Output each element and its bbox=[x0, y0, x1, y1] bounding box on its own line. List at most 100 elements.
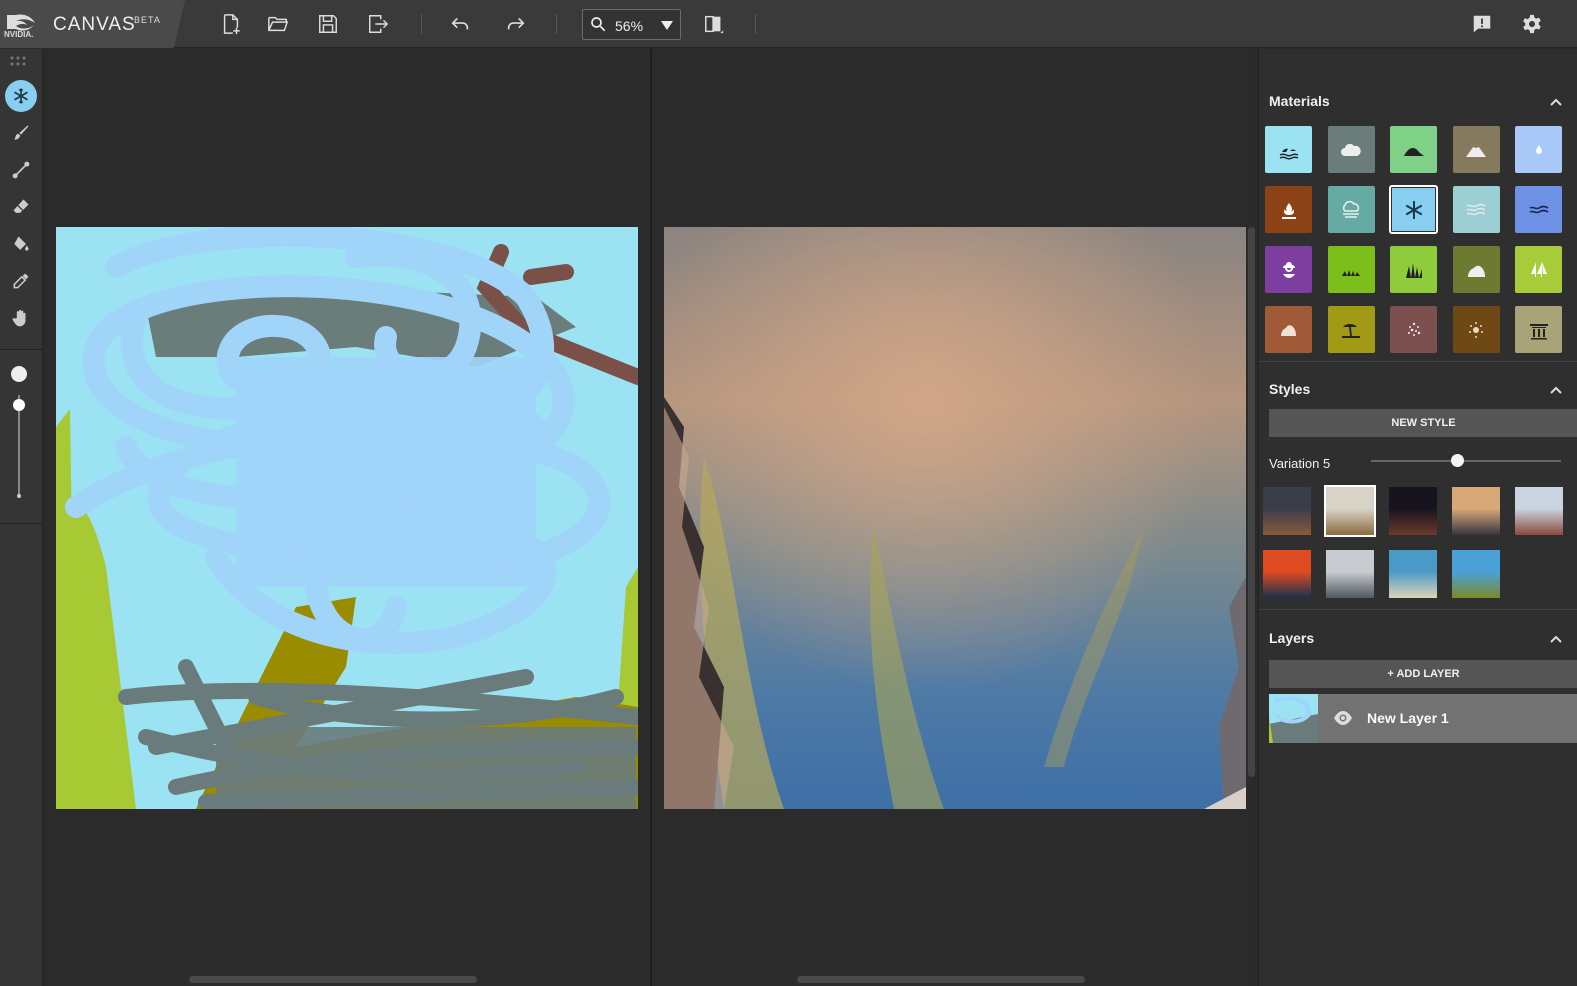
settings-button[interactable] bbox=[1518, 10, 1546, 38]
material-lake[interactable] bbox=[1515, 186, 1562, 233]
tree-icon bbox=[1530, 261, 1547, 277]
water-icon bbox=[1535, 144, 1542, 154]
material-sea[interactable] bbox=[1265, 126, 1312, 173]
zoom-value: 56% bbox=[615, 18, 644, 34]
material-mountain[interactable] bbox=[1452, 126, 1500, 173]
left-canvas-hscrollbar[interactable] bbox=[189, 976, 477, 983]
material-cloud[interactable] bbox=[1327, 126, 1375, 173]
pan-tool-button[interactable] bbox=[5, 302, 37, 334]
feedback-button[interactable] bbox=[1468, 10, 1496, 38]
toolbar-divider bbox=[0, 523, 43, 524]
toolbar-divider bbox=[0, 349, 43, 350]
open-folder-icon bbox=[268, 16, 289, 32]
material-flower[interactable] bbox=[1265, 246, 1312, 293]
eraser-tool-button[interactable] bbox=[5, 191, 37, 223]
material-building[interactable] bbox=[1515, 306, 1562, 353]
chevron-up-icon[interactable] bbox=[1549, 634, 1563, 644]
variation-slider[interactable] bbox=[1371, 460, 1561, 462]
style-thumbnail-snowy-mountain[interactable] bbox=[1326, 550, 1374, 598]
save-button[interactable] bbox=[314, 10, 342, 38]
search-icon bbox=[591, 17, 606, 32]
layers-title: Layers bbox=[1269, 630, 1315, 646]
redo-button[interactable] bbox=[502, 10, 530, 38]
line-icon bbox=[12, 161, 30, 179]
segmentation-drawing bbox=[56, 227, 638, 809]
style-thumbnail-desert-mesa[interactable] bbox=[1263, 487, 1311, 535]
lake-icon bbox=[1529, 205, 1548, 213]
layer-item[interactable]: New Layer 1 bbox=[1269, 694, 1577, 743]
sand-icon bbox=[1280, 324, 1296, 336]
tall-grass-icon bbox=[1405, 262, 1422, 278]
segmentation-canvas[interactable] bbox=[56, 227, 638, 809]
style-thumbnail-night-arch[interactable] bbox=[1389, 487, 1437, 535]
new-file-button[interactable] bbox=[217, 10, 245, 38]
style-thumbnail-alpine-lake[interactable] bbox=[1452, 550, 1500, 598]
cloud-icon bbox=[1341, 143, 1361, 156]
beach-icon bbox=[1342, 323, 1360, 338]
fill-tool-button[interactable] bbox=[5, 228, 37, 260]
eyedropper-tool-button[interactable] bbox=[5, 265, 37, 297]
toolbar-divider bbox=[755, 14, 756, 34]
material-river[interactable] bbox=[1452, 186, 1500, 233]
material-water[interactable] bbox=[1515, 126, 1562, 173]
undo-button[interactable] bbox=[446, 10, 474, 38]
generated-image-output bbox=[664, 227, 1246, 809]
split-divider[interactable] bbox=[650, 49, 652, 986]
brush-size-preview bbox=[11, 366, 27, 382]
material-grass[interactable] bbox=[1327, 246, 1375, 293]
undo-icon bbox=[451, 17, 469, 30]
material-tall-grass[interactable] bbox=[1390, 246, 1437, 293]
toolbar-divider bbox=[421, 14, 422, 34]
material-sand[interactable] bbox=[1265, 306, 1312, 353]
flower-icon bbox=[1282, 261, 1295, 278]
chevron-down-icon bbox=[661, 21, 673, 30]
material-tree[interactable] bbox=[1515, 246, 1562, 293]
properties-panel: Materials Styles NEW STYLE Variation 5 L… bbox=[1258, 49, 1577, 986]
style-thumbnail-red-cliffs[interactable] bbox=[1515, 487, 1563, 535]
right-canvas-hscrollbar[interactable] bbox=[797, 976, 1085, 983]
style-thumbnail-tropical-shore[interactable] bbox=[1389, 550, 1437, 598]
eye-icon[interactable] bbox=[1333, 710, 1353, 726]
add-layer-button[interactable]: + ADD LAYER bbox=[1269, 660, 1577, 688]
open-button[interactable] bbox=[264, 10, 292, 38]
mountain-icon bbox=[1466, 142, 1486, 157]
material-fire[interactable] bbox=[1265, 186, 1312, 233]
canvas-vscrollbar[interactable] bbox=[1248, 227, 1255, 777]
line-tool-button[interactable] bbox=[5, 154, 37, 186]
brush-size-thumb[interactable] bbox=[13, 399, 25, 411]
drag-handle-icon[interactable] bbox=[10, 56, 32, 66]
chevron-up-icon[interactable] bbox=[1549, 385, 1563, 395]
brush-tool-button[interactable] bbox=[5, 117, 37, 149]
chevron-up-icon[interactable] bbox=[1549, 97, 1563, 107]
style-thumbnail-cloud-peaks[interactable] bbox=[1324, 485, 1376, 537]
layer-thumbnail bbox=[1269, 694, 1318, 743]
compare-view-button[interactable] bbox=[700, 10, 728, 38]
export-icon bbox=[369, 15, 389, 33]
zoom-select[interactable]: 56% bbox=[582, 9, 681, 40]
eraser-icon bbox=[13, 199, 29, 213]
style-thumbnail-sunset-fog[interactable] bbox=[1452, 487, 1500, 535]
variation-slider-thumb[interactable] bbox=[1450, 454, 1464, 467]
material-dirt[interactable] bbox=[1452, 306, 1500, 353]
brush-size-min-dot bbox=[17, 494, 21, 498]
sea-icon bbox=[1279, 148, 1298, 159]
building-icon bbox=[1529, 323, 1548, 339]
material-hill[interactable] bbox=[1390, 126, 1437, 173]
material-snow[interactable] bbox=[1389, 185, 1438, 234]
export-button[interactable] bbox=[364, 10, 392, 38]
material-fog[interactable] bbox=[1327, 186, 1375, 233]
hill-icon bbox=[1403, 147, 1424, 156]
material-tool-button[interactable] bbox=[5, 80, 37, 112]
section-divider bbox=[1259, 361, 1577, 362]
app-title: CANVAS bbox=[53, 14, 136, 35]
material-gravel[interactable] bbox=[1390, 306, 1437, 353]
feedback-icon bbox=[1473, 15, 1491, 33]
material-rock[interactable] bbox=[1452, 246, 1500, 293]
style-thumbnail-ocean-sunset[interactable] bbox=[1263, 550, 1311, 598]
new-style-button[interactable]: NEW STYLE bbox=[1269, 409, 1577, 437]
grass-icon bbox=[1342, 269, 1360, 276]
material-beach[interactable] bbox=[1327, 306, 1375, 353]
save-icon bbox=[319, 15, 337, 33]
compare-icon bbox=[705, 15, 724, 34]
redo-icon bbox=[507, 17, 525, 30]
